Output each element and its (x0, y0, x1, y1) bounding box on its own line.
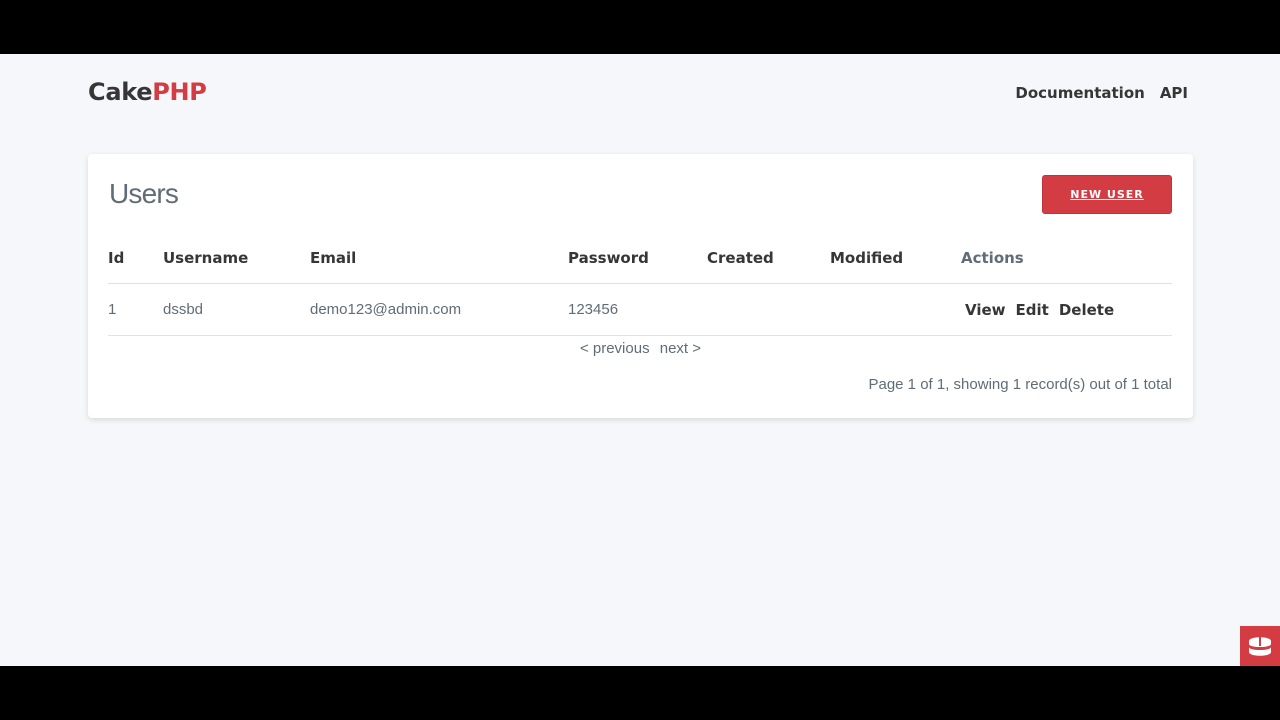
cell-modified (830, 283, 961, 336)
users-table: Id Username Email Password Created Modif… (108, 232, 1172, 336)
edit-link[interactable]: Edit (1016, 301, 1049, 319)
brand-text-cake: Cake (88, 78, 153, 106)
column-header-actions: Actions (961, 232, 1172, 284)
delete-link[interactable]: Delete (1059, 301, 1114, 319)
column-header-password[interactable]: Password (568, 232, 707, 284)
column-header-id[interactable]: Id (108, 232, 163, 284)
cell-email: demo123@admin.com (310, 283, 568, 336)
page-title: Users (109, 178, 179, 209)
next-page-link[interactable]: next > (660, 340, 701, 357)
letterbox-bottom (0, 666, 1280, 720)
cakephp-logo-icon (1240, 626, 1280, 666)
column-header-created[interactable]: Created (707, 232, 830, 284)
table-header-row: Id Username Email Password Created Modif… (108, 232, 1172, 284)
new-user-button[interactable]: New User (1042, 175, 1172, 214)
cell-id: 1 (108, 283, 163, 336)
column-header-email[interactable]: Email (310, 232, 568, 284)
cell-username: dssbd (163, 283, 310, 336)
nav-links: Documentation API (1015, 84, 1188, 102)
previous-page-link[interactable]: < previous (580, 340, 650, 357)
nav-link-documentation[interactable]: Documentation (1015, 84, 1144, 102)
column-header-modified[interactable]: Modified (830, 232, 961, 284)
column-header-username[interactable]: Username (163, 232, 310, 284)
table-row: 1 dssbd demo123@admin.com 123456 View Edi… (108, 283, 1172, 336)
top-nav: CakePHP Documentation API (88, 78, 1188, 112)
letterbox-top (0, 0, 1280, 54)
pagination-counter: Page 1 of 1, showing 1 record(s) out of … (868, 376, 1172, 393)
cell-actions: View Edit Delete (961, 283, 1172, 336)
cell-password: 123456 (568, 283, 707, 336)
brand-logo[interactable]: CakePHP (88, 78, 207, 106)
nav-link-api[interactable]: API (1160, 84, 1188, 102)
cell-created (707, 283, 830, 336)
pagination: < previous next > (88, 340, 1193, 357)
brand-text-php: PHP (152, 78, 207, 106)
view-link[interactable]: View (965, 301, 1006, 319)
browser-viewport: CakePHP Documentation API Users New User… (0, 54, 1280, 666)
users-card: Users New User Id Username Email Passwor… (88, 154, 1193, 418)
